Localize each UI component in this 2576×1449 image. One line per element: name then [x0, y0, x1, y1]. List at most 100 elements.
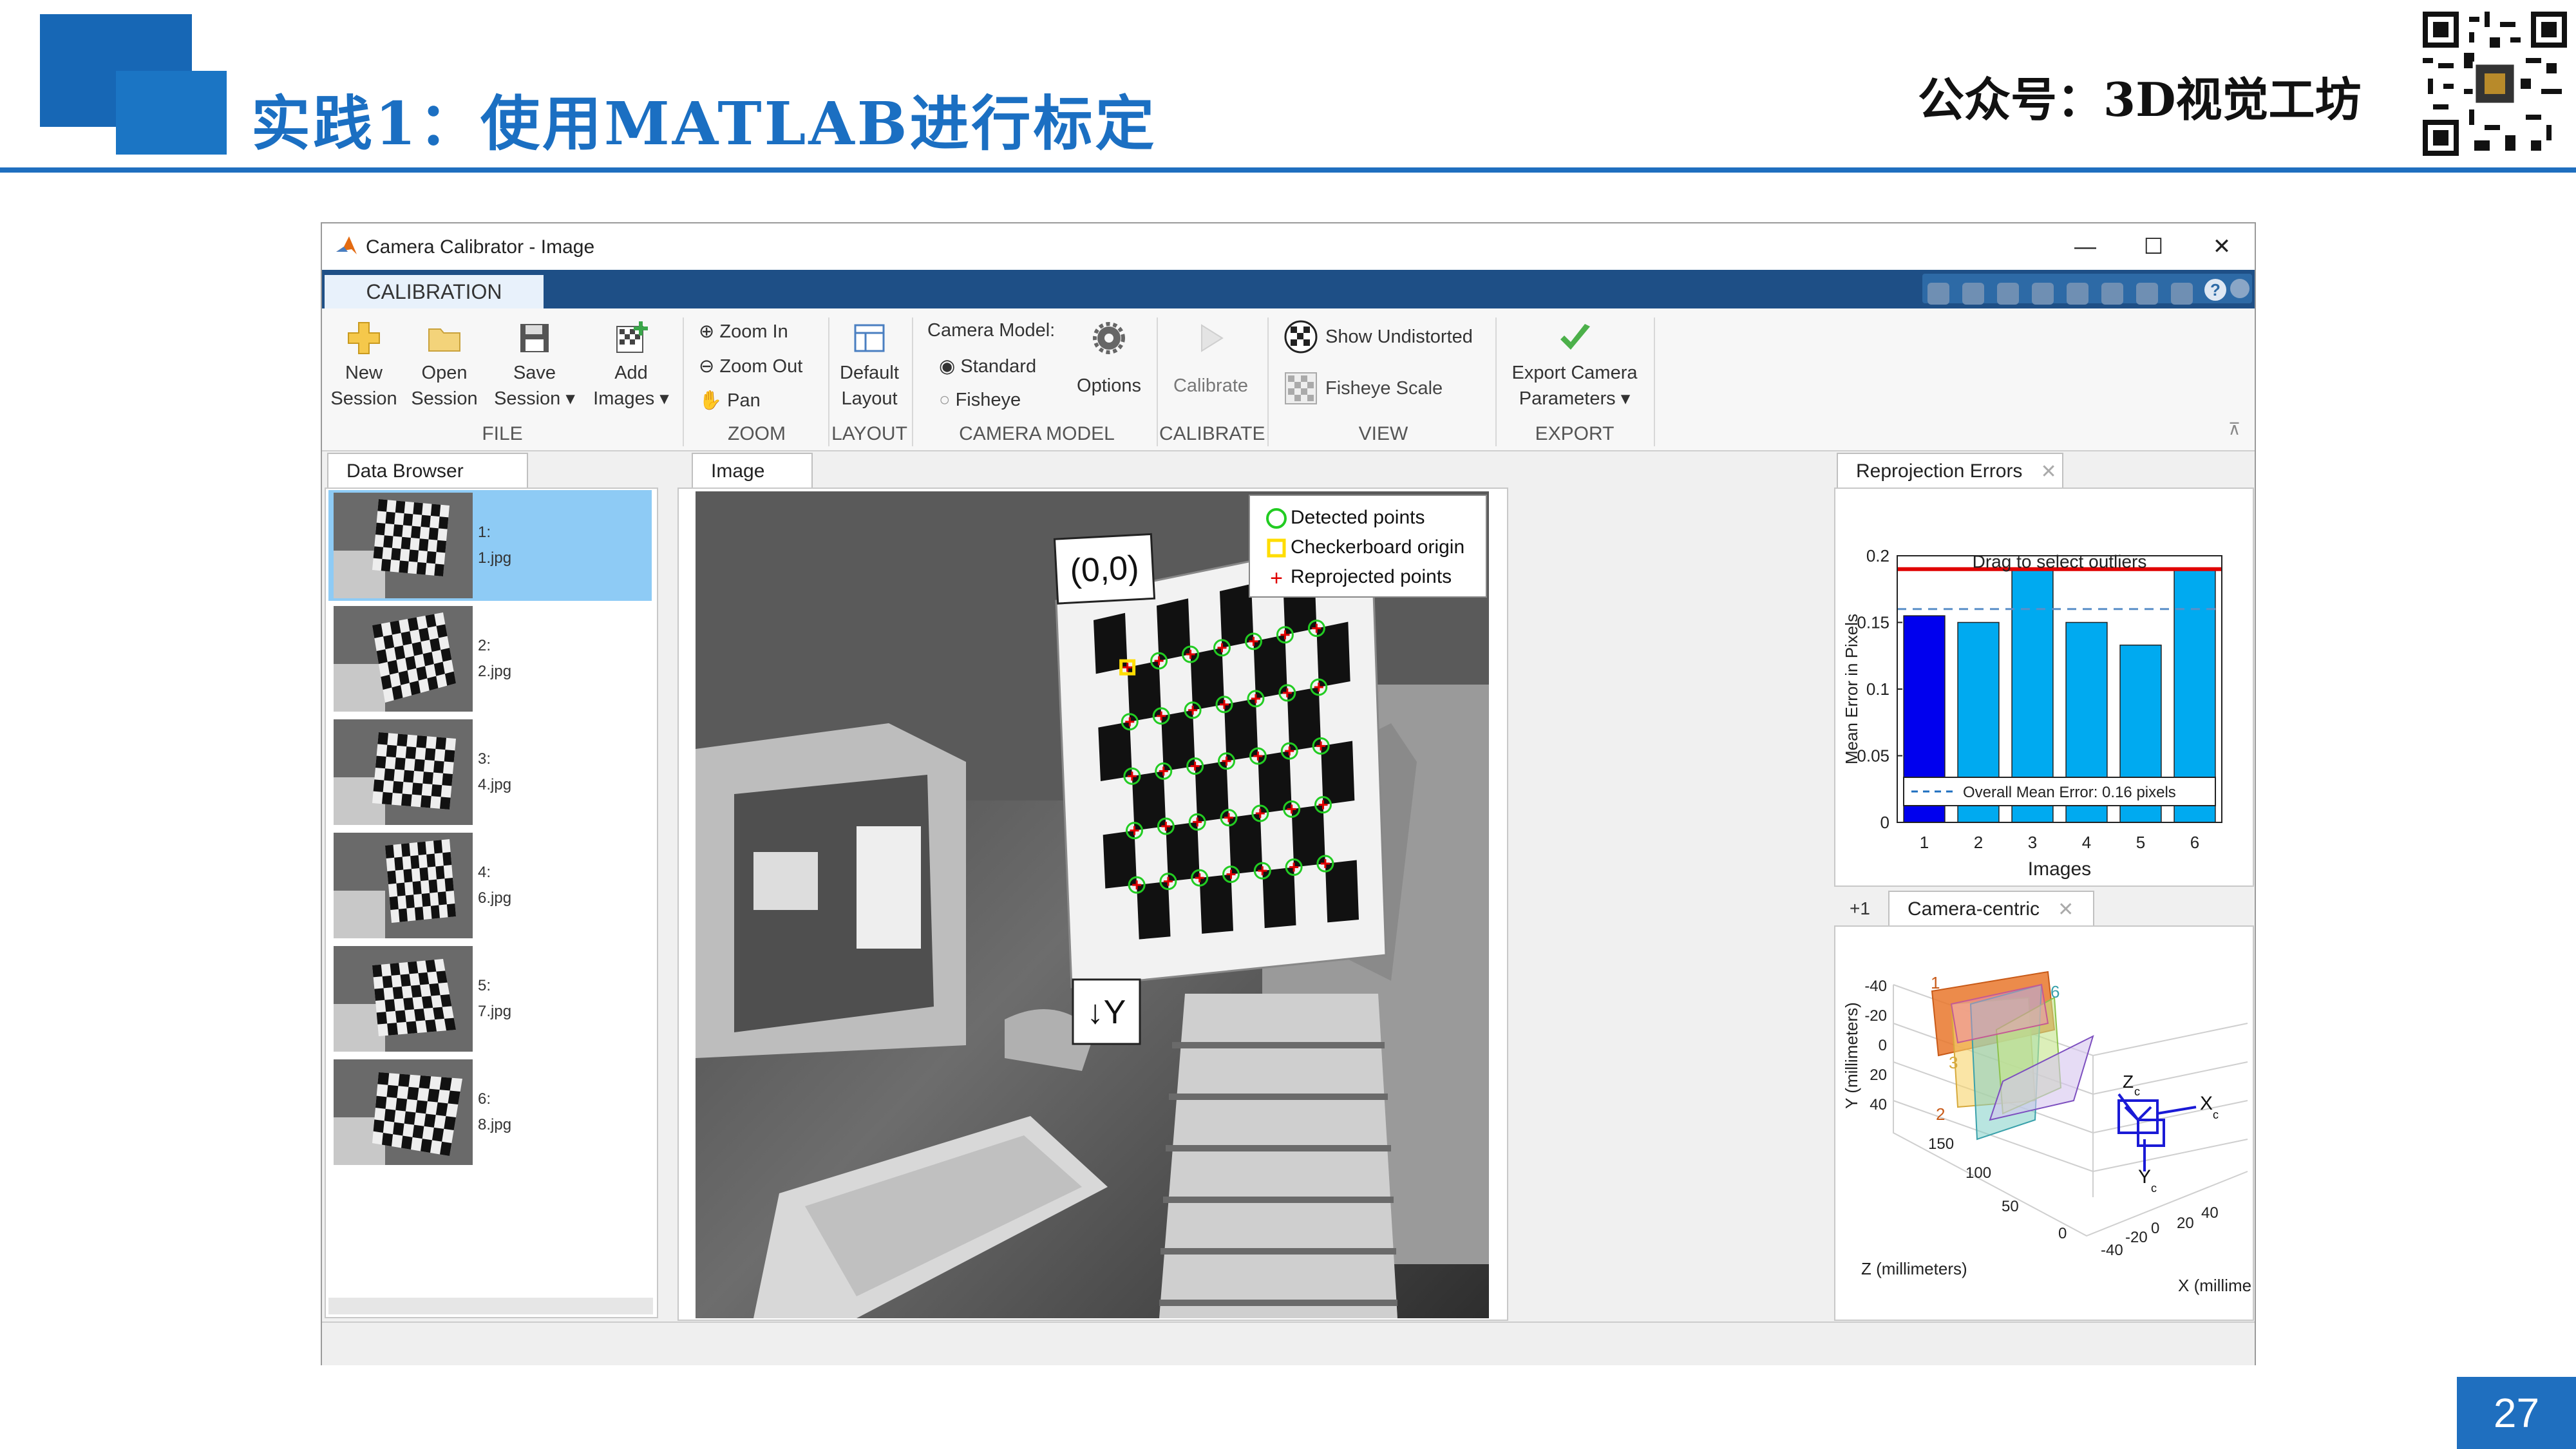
group-label-zoom: ZOOM	[728, 423, 786, 444]
thumbnail-image	[334, 493, 473, 598]
help-icon[interactable]: ?	[2204, 279, 2226, 301]
list-item[interactable]: 6: 8.jpg	[328, 1057, 652, 1168]
list-item[interactable]: 1: 1.jpg	[328, 490, 652, 601]
y-tick: -40	[1864, 978, 1887, 995]
collapse-ribbon-icon[interactable]: ⊼	[2228, 419, 2240, 439]
x-tick: -40	[2101, 1242, 2123, 1259]
dock-icon[interactable]	[2171, 283, 2193, 305]
export-camera-parameters-button[interactable]: Export Camera Parameters ▾	[1501, 320, 1649, 412]
default-layout-button[interactable]: Default Layout	[834, 320, 905, 412]
legend-origin: Checkerboard origin	[1291, 536, 1464, 558]
magnifier-minus-icon: ⊖	[699, 356, 720, 377]
list-item[interactable]: 4: 6.jpg	[328, 830, 652, 941]
new-session-button[interactable]: New Session	[328, 320, 399, 412]
camera-axis-x-subscript: c	[2213, 1108, 2219, 1121]
plane-number: 3	[1949, 1053, 1958, 1072]
plane-number: 6	[2050, 982, 2060, 1001]
header-decor-square-front	[116, 71, 227, 155]
fisheye-checker-icon	[1284, 372, 1318, 405]
list-item[interactable]: 2: 2.jpg	[328, 603, 652, 714]
plus-icon	[346, 320, 382, 356]
y-tick: 20	[1870, 1066, 1887, 1084]
hand-icon: ✋	[699, 390, 728, 411]
close-tab-icon[interactable]: ✕	[2058, 898, 2074, 921]
minimize-button[interactable]: —	[2054, 229, 2116, 265]
standard-radio[interactable]: ◉ Standard	[939, 355, 1036, 377]
show-undistorted-button[interactable]: Show Undistorted	[1284, 320, 1473, 354]
save-session-button[interactable]: Save Session ▾	[493, 320, 576, 412]
play-icon	[1193, 320, 1229, 356]
open-session-button[interactable]: Open Session	[409, 320, 480, 412]
image-panel: + Detected points Checkerboard origin Re…	[677, 488, 1508, 1321]
close-button[interactable]: ✕	[2191, 229, 2253, 265]
horizontal-scrollbar[interactable]	[328, 1298, 653, 1314]
checkmark-icon	[1557, 320, 1593, 356]
slide-brand: 公众号：3D视觉工坊	[1918, 72, 2362, 127]
y-axis-label: Y (millimeters)	[1842, 1002, 1861, 1109]
y-tick: 40	[1870, 1096, 1887, 1113]
drag-outliers-label: Drag to select outliers	[1973, 552, 2147, 572]
camera-axis-y: Y	[2138, 1166, 2151, 1188]
help-dropdown-icon[interactable]	[2230, 279, 2249, 298]
z-tick: 150	[1928, 1135, 1954, 1153]
tab-calibration[interactable]: CALIBRATION	[325, 275, 544, 308]
tab-camera-centric[interactable]: Camera-centric ✕	[1888, 891, 2094, 927]
header-rule	[0, 167, 2576, 173]
group-label-layout: LAYOUT	[831, 423, 907, 444]
close-tab-icon[interactable]: ✕	[2040, 460, 2056, 483]
radio-selected-icon: ◉	[939, 356, 961, 377]
camera-centric-panel: 1 2 3 6 X c Y c Z c -40 -20 0 20 40 Y (m	[1834, 925, 2254, 1321]
ribbon-separator	[1267, 317, 1269, 446]
ribbon-separator	[912, 317, 913, 446]
ribbon-separator	[1654, 317, 1655, 446]
y-tick-label: 0.1	[1866, 679, 1889, 699]
slide-title: 实践1：使用MATLAB进行标定	[251, 89, 1157, 158]
camera-axis-y-subscript: c	[2151, 1182, 2157, 1195]
tab-data-browser[interactable]: Data Browser	[327, 453, 528, 489]
ribbon-tabstrip: CALIBRATION ?	[322, 270, 2255, 308]
undo-icon[interactable]	[2067, 283, 2088, 305]
tab-overflow-button[interactable]: +1	[1837, 891, 1883, 927]
group-label-calibrate: CALIBRATE	[1159, 423, 1265, 444]
magnifier-plus-icon: ⊕	[699, 321, 720, 342]
reprojection-error-chart[interactable]: 0 0.05 0.1 0.15 0.2 1 2 3 4 5 6 Drag to select ou…	[1835, 489, 2253, 886]
y-axis-label: Mean Error in Pixels	[1842, 614, 1861, 764]
legend-reprojected: Reprojected points	[1291, 566, 1452, 587]
maximize-button[interactable]: ☐	[2123, 229, 2184, 265]
pan-button[interactable]: ✋ Pan	[699, 390, 761, 412]
list-item[interactable]: 3: 4.jpg	[328, 717, 652, 828]
zoom-in-button[interactable]: ⊕ Zoom In	[699, 320, 788, 343]
add-images-button[interactable]: Add Images ▾	[586, 320, 676, 412]
z-tick: 100	[1965, 1164, 1991, 1182]
checker-square	[1157, 598, 1191, 661]
window-titlebar: Camera Calibrator - Image — ☐ ✕	[322, 223, 2255, 270]
calibrate-button[interactable]: Calibrate	[1162, 320, 1259, 399]
fisheye-scale-button[interactable]: Fisheye Scale	[1284, 372, 1443, 405]
paste-icon[interactable]	[2032, 283, 2054, 305]
legend-detected: Detected points	[1291, 507, 1425, 528]
zoom-out-button[interactable]: ⊖ Zoom Out	[699, 355, 802, 377]
thumbnail-image	[334, 946, 473, 1052]
camera-centric-3d-plot[interactable]: 1 2 3 6 X c Y c Z c -40 -20 0 20 40 Y (m	[1835, 927, 2253, 1320]
checker-square	[1161, 710, 1195, 772]
y-tick-label: 0.05	[1857, 746, 1889, 766]
thumbnail-image	[334, 833, 473, 938]
tab-reprojection-errors[interactable]: Reprojection Errors ✕	[1837, 453, 2063, 489]
status-bar	[322, 1321, 2255, 1365]
fisheye-radio[interactable]: ○ Fisheye	[939, 390, 1021, 411]
ribbon-separator	[1495, 317, 1497, 446]
ribbon-separator	[828, 317, 829, 446]
save-icon[interactable]	[1927, 283, 1949, 305]
cut-icon[interactable]	[1962, 283, 1984, 305]
print-icon[interactable]	[2136, 283, 2158, 305]
copy-icon[interactable]	[1997, 283, 2019, 305]
plane-number: 1	[1931, 973, 1940, 992]
tab-image[interactable]: Image	[692, 453, 813, 489]
x-tick-label: 3	[2028, 833, 2037, 852]
x-tick-label: 1	[1920, 833, 1929, 852]
y-tick-label: 0	[1880, 813, 1889, 832]
data-browser-panel: 1: 1.jpg 2: 2.jpg 3: 4.jpg 4: 6.jpg 5: 7…	[325, 488, 658, 1318]
options-button[interactable]: Options	[1070, 320, 1148, 399]
redo-icon[interactable]	[2101, 283, 2123, 305]
list-item[interactable]: 5: 7.jpg	[328, 943, 652, 1054]
